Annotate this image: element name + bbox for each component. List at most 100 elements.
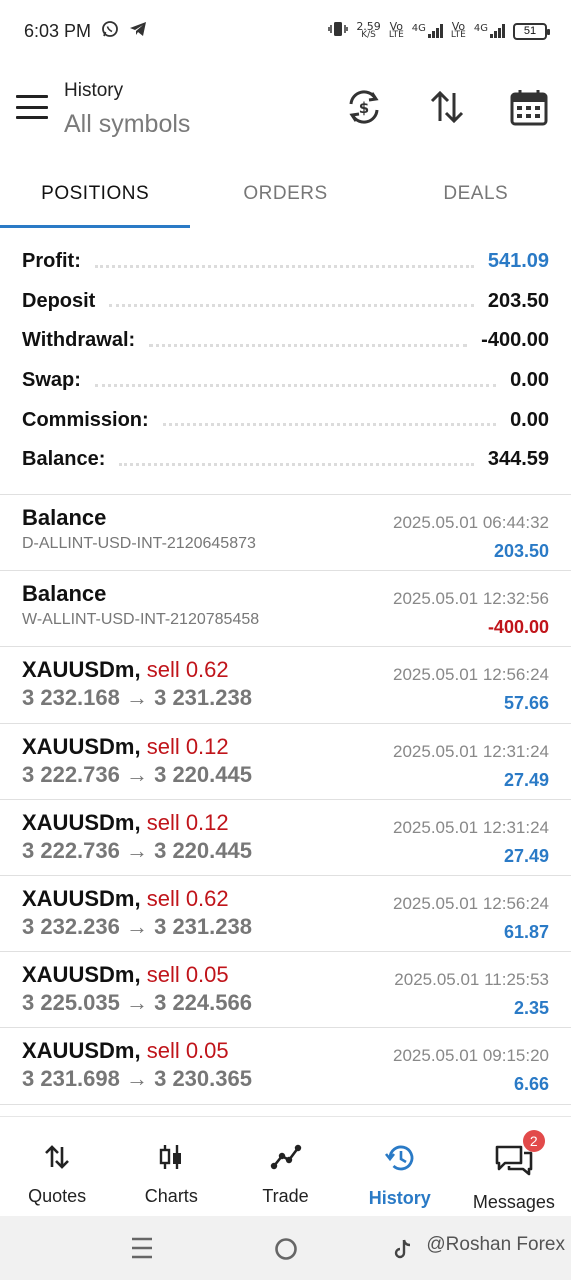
item-symbol: XAUUSDm, [22, 809, 141, 835]
battery-level: 51 [523, 25, 537, 37]
item-symbol: XAUUSDm, [22, 1038, 141, 1064]
summary-row-profit: Profit: 541.09 [0, 242, 571, 282]
dotted-leader [94, 264, 474, 268]
sim1-volte: Vo LTE [388, 20, 404, 40]
symbol-filter[interactable]: All symbols [64, 110, 190, 139]
summary-value: 541.09 [487, 250, 549, 273]
item-date: 2025.05.01 09:15:20 [393, 1046, 549, 1066]
system-navigation-bar: @Roshan Forex [0, 1216, 571, 1280]
item-symbol: XAUUSDm, [22, 962, 141, 988]
tiktok-icon [393, 1238, 413, 1265]
sim2-signal-icon: 4G [474, 24, 505, 38]
summary-row-deposit: Deposit 203.50 [0, 282, 571, 322]
nav-label: History [368, 1188, 431, 1208]
item-date: 2025.05.01 12:56:24 [393, 665, 549, 685]
history-clock-icon [384, 1143, 416, 1178]
updown-arrows-icon [43, 1143, 71, 1176]
sim1-signal-icon: 4G [412, 24, 443, 38]
tab-positions[interactable]: POSITIONS [0, 160, 191, 228]
sim2-volte: Vo LTE [450, 20, 466, 40]
dotted-leader [149, 343, 468, 347]
item-amount: 6.66 [513, 1074, 549, 1095]
summary-row-commission: Commission: 0.00 [0, 400, 571, 440]
item-date: 2025.05.01 12:56:24 [393, 893, 549, 913]
summary-row-withdrawal: Withdrawal: -400.00 [0, 321, 571, 361]
list-item[interactable]: Balance W-ALLINT-USD-INT-2120785458 2025… [0, 571, 571, 648]
nav-quotes[interactable]: Quotes [0, 1117, 114, 1216]
summary-value: -400.00 [481, 329, 549, 352]
summary-label: Profit: [22, 250, 81, 273]
nav-label: Quotes [28, 1186, 87, 1206]
list-item[interactable]: XAUUSDm, sell 0.62 3 232.168 → 3 231.238… [0, 647, 571, 724]
nav-label: Charts [144, 1186, 198, 1206]
item-prices: 3 222.736 → 3 220.445 [22, 837, 252, 863]
item-prices: 3 222.736 → 3 220.445 [22, 761, 252, 787]
whatsapp-icon [101, 20, 119, 43]
sort-icon[interactable] [426, 86, 468, 128]
dotted-leader [109, 303, 474, 308]
trend-line-icon [270, 1143, 302, 1176]
summary-row-balance: Balance: 344.59 [0, 440, 571, 480]
nav-charts[interactable]: Charts [114, 1117, 228, 1216]
summary-row-swap: Swap: 0.00 [0, 361, 571, 401]
item-prices: 3 232.168 → 3 231.238 [22, 685, 252, 711]
item-amount: 2.35 [513, 998, 549, 1019]
bottom-navigation: Quotes Charts Trade History 2 Messages [0, 1116, 571, 1216]
list-item[interactable]: XAUUSDm, sell 0.12 3 222.736 → 3 220.445… [0, 800, 571, 876]
menu-icon[interactable] [16, 95, 48, 119]
item-amount: 203.50 [493, 541, 549, 561]
nav-trade[interactable]: Trade [228, 1117, 342, 1216]
summary-label: Withdrawal: [22, 329, 136, 352]
page-title: History [64, 80, 124, 101]
summary-label: Balance: [22, 448, 106, 471]
item-amount: 27.49 [503, 769, 549, 790]
dotted-leader [119, 462, 474, 466]
unread-badge: 2 [522, 1130, 545, 1152]
net-speed: 2.59 K/S [356, 20, 381, 40]
item-detail: W-ALLINT-USD-INT-2120785458 [22, 611, 260, 629]
item-side: sell 0.05 [146, 1038, 229, 1064]
tab-deals[interactable]: DEALS [381, 160, 571, 228]
item-amount: 57.66 [503, 693, 549, 714]
list-item[interactable]: Balance D-ALLINT-USD-INT-2120645873 2025… [0, 495, 571, 572]
history-tabs: POSITIONS ORDERS DEALS [0, 160, 571, 228]
summary-panel: Profit: 541.09 Deposit 203.50 Withdrawal… [0, 242, 571, 480]
status-bar: 6:03 PM 2.59 K/S Vo LTE 4G Vo LTE 4G 51 [0, 0, 571, 62]
nav-history[interactable]: History [343, 1117, 457, 1216]
item-symbol: XAUUSDm, [22, 733, 141, 759]
home-icon[interactable] [274, 1237, 298, 1266]
item-prices: 3 232.236 → 3 231.238 [22, 913, 252, 939]
item-side: sell 0.62 [146, 657, 229, 683]
summary-value: 344.59 [487, 448, 549, 471]
battery-icon: 51 [513, 22, 550, 40]
item-amount: 27.49 [503, 845, 549, 866]
item-amount: 61.87 [503, 921, 549, 942]
telegram-icon [129, 21, 147, 42]
recents-icon[interactable] [131, 1236, 153, 1265]
list-item[interactable]: XAUUSDm, sell 0.62 3 232.236 → 3 231.238… [0, 876, 571, 953]
summary-label: Deposit [22, 289, 96, 312]
summary-label: Swap: [22, 369, 81, 392]
currency-exchange-icon[interactable]: $ [343, 86, 385, 128]
item-date: 2025.05.01 12:31:24 [393, 817, 549, 837]
history-list: Balance D-ALLINT-USD-INT-2120645873 2025… [0, 494, 571, 1105]
item-side: sell 0.62 [146, 885, 229, 911]
tab-orders[interactable]: ORDERS [190, 160, 380, 228]
list-item[interactable]: XAUUSDm, sell 0.05 3 225.035 → 3 224.566… [0, 952, 571, 1029]
item-date: 2025.05.01 12:32:56 [393, 589, 549, 609]
item-date: 2025.05.01 12:31:24 [393, 741, 549, 761]
status-time: 6:03 PM [24, 20, 92, 41]
item-detail: D-ALLINT-USD-INT-2120645873 [22, 535, 256, 552]
vibrate-icon [328, 20, 349, 43]
summary-value: 0.00 [510, 369, 549, 392]
item-date: 2025.05.01 11:25:53 [394, 970, 549, 990]
watermark: @Roshan Forex [426, 1234, 565, 1255]
item-date: 2025.05.01 06:44:32 [393, 513, 549, 532]
item-side: sell 0.12 [146, 809, 229, 835]
list-item[interactable]: XAUUSDm, sell 0.05 3 231.698 → 3 230.365… [0, 1028, 571, 1105]
list-item[interactable]: XAUUSDm, sell 0.12 3 222.736 → 3 220.445… [0, 724, 571, 800]
dotted-leader [162, 422, 497, 427]
calendar-icon[interactable] [508, 86, 550, 128]
nav-messages[interactable]: 2 Messages [457, 1117, 571, 1216]
nav-label: Messages [472, 1192, 555, 1212]
